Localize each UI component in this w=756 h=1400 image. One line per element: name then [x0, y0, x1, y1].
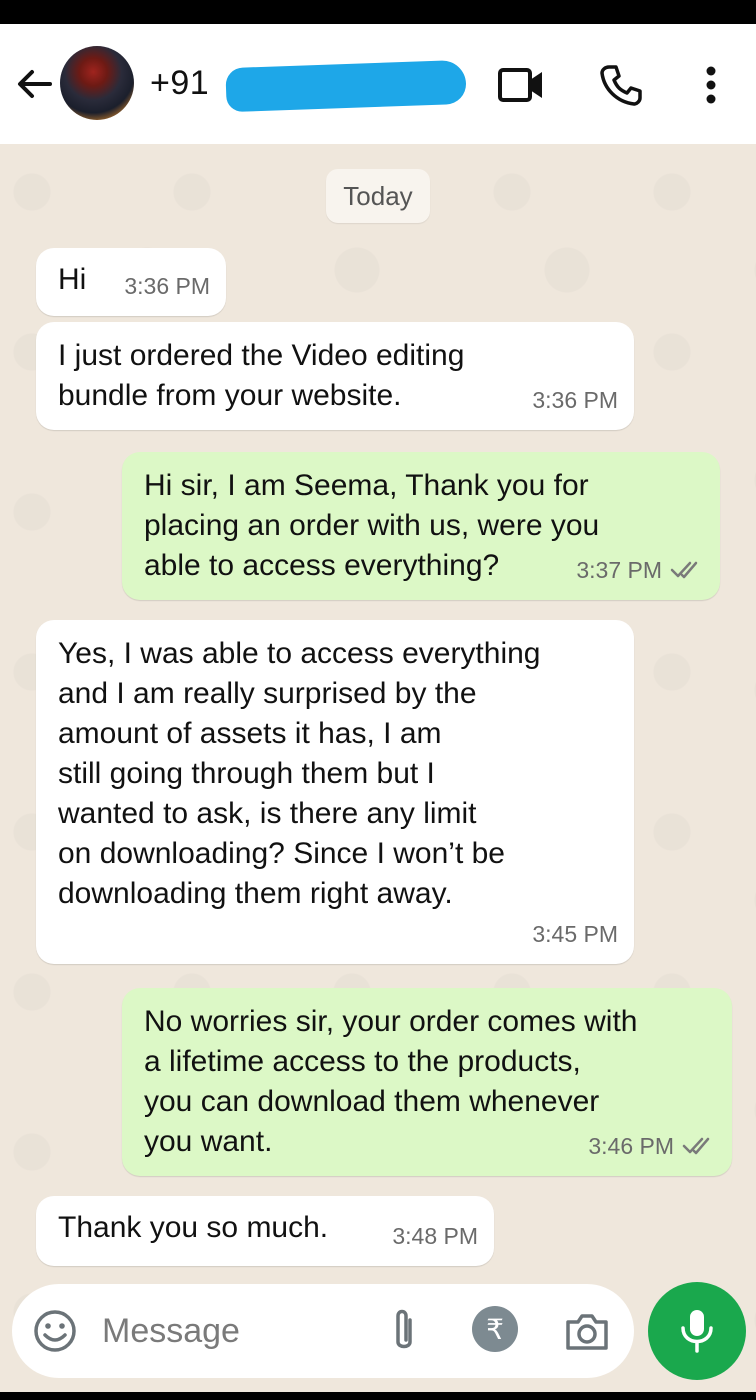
- payment-button[interactable]: ₹: [472, 1306, 518, 1352]
- message-text: Yes, I was able to access everything and…: [58, 637, 541, 910]
- message-bubble-incoming[interactable]: Hi 3:36 PM: [36, 248, 226, 316]
- message-time: 3:36 PM: [124, 273, 210, 299]
- message-time: 3:36 PM: [532, 387, 618, 413]
- message-bubble-incoming[interactable]: I just ordered the Video editing bundle …: [36, 322, 634, 430]
- message-bubble-outgoing[interactable]: No worries sir, your order comes with a …: [122, 988, 732, 1176]
- read-ticks-icon: [682, 1137, 710, 1155]
- video-call-button[interactable]: [496, 60, 546, 110]
- back-arrow-icon: [18, 70, 52, 98]
- more-options-button[interactable]: [686, 60, 736, 110]
- attach-icon: [396, 1309, 412, 1349]
- contact-name[interactable]: +91: [150, 64, 209, 103]
- chat-area[interactable]: Today Hi 3:36 PM I just ordered the Vide…: [0, 144, 756, 1392]
- rupee-icon: ₹: [486, 1312, 504, 1346]
- message-time: 3:45 PM: [532, 921, 618, 947]
- message-text: I just ordered the Video editing bundle …: [58, 339, 465, 412]
- message-bubble-incoming[interactable]: Yes, I was able to access everything and…: [36, 620, 634, 964]
- back-button[interactable]: [12, 64, 56, 104]
- video-camera-icon: [498, 68, 542, 102]
- message-time: 3:48 PM: [392, 1223, 478, 1249]
- message-text: Thank you so much.: [58, 1211, 329, 1244]
- emoji-button[interactable]: [32, 1308, 78, 1354]
- attach-button[interactable]: [384, 1306, 424, 1356]
- message-meta: 3:37 PM: [576, 550, 704, 590]
- camera-icon: [566, 1314, 608, 1350]
- message-text: Hi: [58, 263, 87, 296]
- emoji-icon: [34, 1310, 76, 1352]
- contact-avatar[interactable]: [60, 46, 134, 120]
- redaction-mark: [225, 59, 467, 113]
- chat-header: +91: [0, 24, 756, 144]
- status-bar: [0, 0, 756, 24]
- camera-button[interactable]: [564, 1308, 610, 1354]
- message-bubble-outgoing[interactable]: Hi sir, I am Seema, Thank you for placin…: [122, 452, 720, 600]
- message-text: No worries sir, your order comes with a …: [144, 1005, 638, 1158]
- more-vert-icon: [706, 66, 716, 104]
- mic-icon: [681, 1310, 713, 1353]
- voice-call-button[interactable]: [596, 60, 646, 110]
- message-meta: 3:46 PM: [588, 1126, 716, 1166]
- message-time: 3:37 PM: [576, 557, 662, 583]
- phone-icon: [600, 65, 642, 106]
- message-input[interactable]: [102, 1306, 352, 1356]
- navigation-bar: [0, 1392, 756, 1400]
- message-text: Hi sir, I am Seema, Thank you for placin…: [144, 469, 600, 582]
- message-meta: 3:45 PM: [532, 914, 618, 954]
- message-meta: 3:36 PM: [532, 380, 618, 420]
- message-meta: 3:36 PM: [124, 266, 210, 306]
- message-composer: ₹: [12, 1284, 634, 1378]
- voice-record-button[interactable]: [648, 1282, 746, 1380]
- read-ticks-icon: [670, 561, 698, 579]
- message-meta: 3:48 PM: [392, 1216, 478, 1256]
- date-chip: Today: [326, 169, 430, 223]
- message-time: 3:46 PM: [588, 1133, 674, 1159]
- message-bubble-incoming[interactable]: Thank you so much. 3:48 PM: [36, 1196, 494, 1266]
